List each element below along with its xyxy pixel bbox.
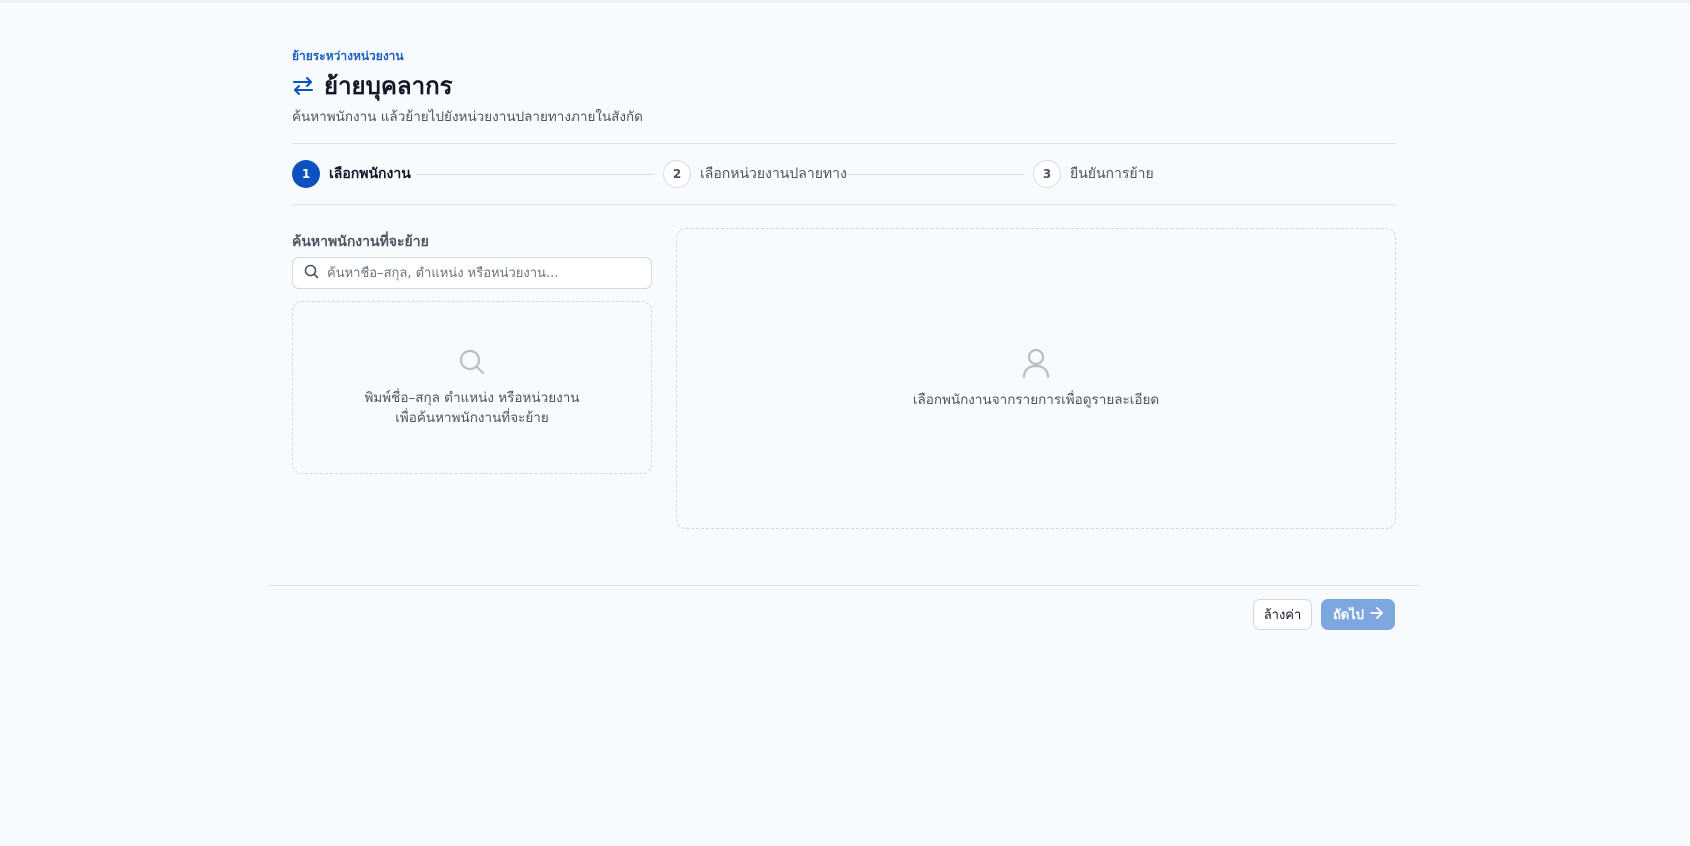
search-label: ค้นหาพนักงานที่จะย้าย [292,234,429,250]
empty-state-line: พิมพ์ชื่อ–สกุล ตำแหน่ง หรือหน่วยงาน [364,389,580,406]
step-number: 3 [1033,160,1061,188]
step-select-employee[interactable]: 1 เลือกพนักงาน [292,160,411,188]
search-input[interactable] [327,265,637,281]
footer-divider [268,585,1420,586]
search-field[interactable] [292,257,652,289]
employee-detail-empty-state: เลือกพนักงานจากรายการเพื่อดูรายละเอียด [676,228,1396,529]
next-button-label: ถัดไป [1332,608,1365,623]
page-title-row: ย้ายบุคลากร [292,66,453,105]
step-label: เลือกหน่วยงานปลายทาง [700,166,847,182]
breadcrumb[interactable]: ย้ายระหว่างหน่วยงาน [292,47,404,66]
page-title: ย้ายบุคลากร [324,72,453,100]
step-label: ยืนยันการย้าย [1070,166,1154,182]
transfer-page: ย้ายระหว่างหน่วยงาน ย้ายบุคลากร ค้นหาพนั… [0,0,1690,846]
step-label: เลือกพนักงาน [329,166,411,182]
step-select-destination[interactable]: 2 เลือกหน่วยงานปลายทาง [663,160,847,188]
top-border [0,0,1690,3]
arrow-right-icon [1370,606,1383,623]
step-connector [416,173,654,175]
search-results-empty-state: พิมพ์ชื่อ–สกุล ตำแหน่ง หรือหน่วยงาน เพื่… [292,301,652,474]
step-number: 1 [292,160,320,188]
step-connector [846,173,1024,175]
empty-state-message: เลือกพนักงานจากรายการเพื่อดูรายละเอียด [912,391,1160,408]
search-icon [458,348,486,380]
search-icon [304,264,319,283]
divider [292,143,1396,144]
reset-button[interactable]: ล้างค่า [1253,599,1312,630]
divider [292,204,1396,205]
empty-state-line: เพื่อค้นหาพนักงานที่จะย้าย [395,409,549,426]
next-button[interactable]: ถัดไป [1321,599,1395,630]
step-number: 2 [663,160,691,188]
empty-state-message: พิมพ์ชื่อ–สกุล ตำแหน่ง หรือหน่วยงาน เพื่… [364,388,579,428]
stepper: 1 เลือกพนักงาน 2 เลือกหน่วยงานปลายทาง 3 … [292,160,1396,188]
step-confirm-transfer[interactable]: 3 ยืนยันการย้าย [1033,160,1154,188]
user-icon [1022,348,1050,382]
transfer-arrows-icon [292,75,314,97]
page-subtitle: ค้นหาพนักงาน แล้วย้ายไปยังหน่วยงานปลายทา… [292,109,643,125]
